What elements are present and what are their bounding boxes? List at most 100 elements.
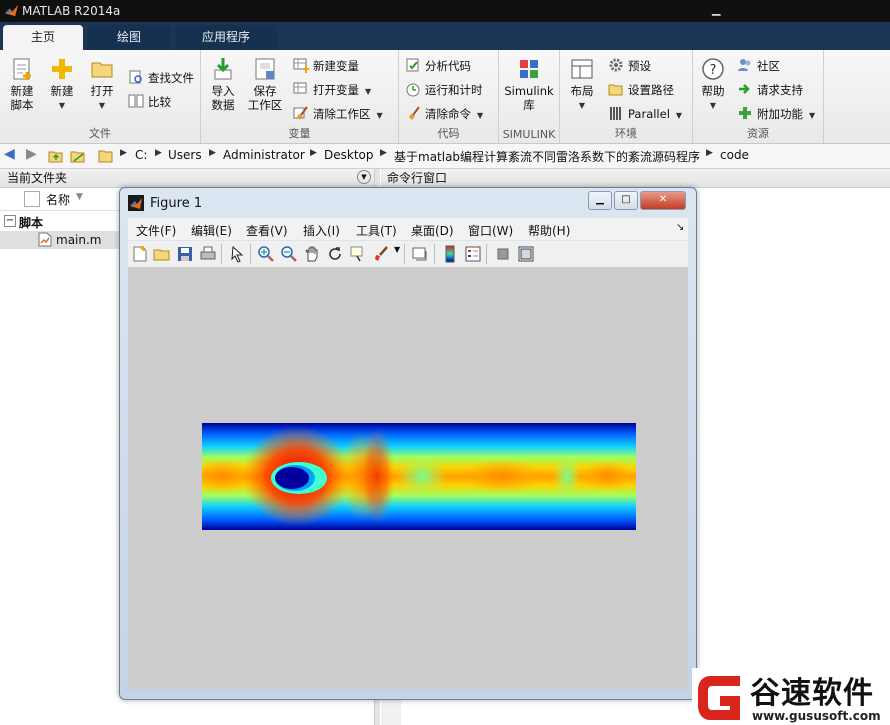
tab-plots[interactable]: 绘图 [87, 25, 171, 50]
brush-icon[interactable] [372, 245, 390, 263]
compare-button[interactable]: 比较 [128, 92, 171, 112]
find-files-button[interactable]: 查找文件 [128, 68, 194, 88]
figure-menubar: 文件(F) 编辑(E) 查看(V) 插入(I) 工具(T) 桌面(D) 窗口(W… [128, 218, 688, 240]
zoom-in-icon[interactable] [257, 245, 275, 263]
open-button[interactable]: 打开 ▼ [82, 56, 122, 113]
clear-commands-button[interactable]: 清除命令 ▼ [405, 104, 483, 124]
back-arrow-icon[interactable]: ◀ [4, 146, 15, 162]
window-title: MATLAB R2014a [22, 4, 121, 18]
new-button[interactable]: 新建 ▼ [42, 56, 82, 113]
brush-dropdown-icon[interactable]: ▼ [394, 245, 400, 254]
clear-workspace-button[interactable]: 清除工作区 ▼ [293, 104, 383, 124]
column-name[interactable]: 名称 [46, 191, 70, 208]
variable-section: 导入 数据 保存 工作区 新建变量 打开变量 ▼ 清除工作区 ▼ 变量 [201, 50, 399, 143]
file-name: main.m [56, 233, 102, 247]
menu-desktop[interactable]: 桌面(D) [411, 222, 454, 239]
simulink-section: Simulink 库 SIMULINK [499, 50, 560, 143]
simulink-library-icon [520, 60, 538, 78]
import-data-button[interactable]: 导入 数据 [203, 56, 243, 112]
command-window-title: 命令行窗口 [387, 171, 448, 185]
minimize-button[interactable]: ▁ [588, 191, 612, 210]
menu-view[interactable]: 查看(V) [246, 222, 288, 239]
simulink-section-label: SIMULINK [502, 128, 556, 141]
breadcrumb-desktop[interactable]: Desktop [324, 148, 374, 162]
breadcrumb-code[interactable]: code [720, 148, 749, 162]
preferences-button[interactable]: 预设 [608, 56, 651, 76]
simulink-library-button[interactable]: Simulink 库 [502, 56, 556, 112]
panel-menu-icon[interactable]: ▼ [357, 170, 371, 184]
minimize-icon[interactable]: ▁ [712, 3, 730, 17]
toolbar-divider [221, 244, 222, 264]
colorbar-icon[interactable] [441, 245, 459, 263]
open-file-icon[interactable] [153, 245, 171, 263]
community-button[interactable]: 社区 [737, 56, 780, 76]
parallel-button[interactable]: Parallel ▼ [608, 104, 682, 124]
breadcrumb-users[interactable]: Users [168, 148, 202, 162]
request-support-button[interactable]: 请求支持 [737, 80, 803, 100]
import-icon [214, 58, 232, 80]
analyze-code-icon [406, 58, 419, 72]
collapse-icon[interactable]: − [4, 215, 16, 227]
open-variable-button[interactable]: 打开变量 ▼ [293, 80, 371, 100]
forward-arrow-icon[interactable]: ▶ [26, 146, 37, 162]
new-script-button[interactable]: 新建 脚本 [2, 56, 42, 112]
help-icon: ? [702, 58, 724, 80]
pointer-icon[interactable] [228, 245, 246, 263]
new-figure-icon[interactable] [131, 245, 149, 263]
dropdown-arrow-icon: ▼ [709, 101, 717, 110]
rotate-3d-icon[interactable] [326, 245, 344, 263]
ribbon: 新建 脚本 新建 ▼ 打开 ▼ 查找文件 比较 文件 导入 数据 保存 工作区 … [0, 50, 890, 144]
pan-hand-icon[interactable] [303, 245, 321, 263]
tab-home[interactable]: 主页 [3, 25, 83, 50]
menu-edit[interactable]: 编辑(E) [191, 222, 232, 239]
close-button[interactable]: ✕ [640, 191, 686, 210]
broom-icon [293, 106, 308, 120]
select-all-checkbox[interactable] [24, 191, 40, 207]
find-files-icon [129, 70, 142, 84]
tab-apps[interactable]: 应用程序 [175, 25, 277, 50]
open-variable-icon [293, 82, 307, 94]
matlab-logo-icon [4, 4, 19, 17]
variable-section-label: 变量 [288, 127, 311, 140]
menu-window[interactable]: 窗口(W) [468, 222, 513, 239]
maximize-button[interactable]: □ [614, 191, 638, 210]
help-button[interactable]: ? 帮助 ▼ [693, 56, 733, 113]
show-plot-tools-icon[interactable] [517, 245, 535, 263]
addons-button[interactable]: 附加功能 ▼ [737, 104, 815, 124]
layout-button[interactable]: 布局 ▼ [562, 56, 602, 113]
dropdown-arrow-icon: ▼ [58, 101, 66, 110]
data-cursor-icon[interactable] [349, 245, 367, 263]
dropdown-arrow-icon: ▼ [675, 111, 683, 120]
menu-insert[interactable]: 插入(I) [303, 222, 340, 239]
menu-file[interactable]: 文件(F) [136, 222, 176, 239]
minimize-icon: ▁ [596, 194, 604, 205]
zoom-out-icon[interactable] [280, 245, 298, 263]
browse-folder-icon[interactable] [70, 148, 86, 164]
menu-tools[interactable]: 工具(T) [356, 222, 397, 239]
breadcrumb-administrator[interactable]: Administrator [223, 148, 305, 162]
save-workspace-button[interactable]: 保存 工作区 [245, 56, 285, 112]
up-folder-icon[interactable] [48, 148, 64, 164]
dock-arrow-icon[interactable]: ↘ [676, 222, 684, 233]
toolbar-divider [486, 244, 487, 264]
run-and-time-button[interactable]: 运行和计时 [405, 80, 483, 100]
toolbar-divider [434, 244, 435, 264]
breadcrumb-separator-icon: ▶ [209, 148, 216, 158]
breadcrumb-project[interactable]: 基于matlab编程计算紊流不同雷洛系数下的紊流源码程序 [394, 148, 700, 165]
menu-help[interactable]: 帮助(H) [528, 222, 570, 239]
save-icon[interactable] [176, 245, 194, 263]
legend-icon[interactable] [464, 245, 482, 263]
dropdown-arrow-icon: ▼ [578, 101, 586, 110]
hide-plot-tools-icon[interactable] [494, 245, 512, 263]
new-variable-button[interactable]: 新建变量 [293, 56, 359, 76]
set-path-button[interactable]: 设置路径 [608, 80, 674, 100]
analyze-code-button[interactable]: 分析代码 [405, 56, 471, 76]
list-item[interactable]: main.m [0, 231, 120, 249]
dropdown-arrow-icon: ▼ [376, 111, 383, 120]
print-icon[interactable] [199, 245, 217, 263]
address-bar: ◀ ▶ ▶ C: ▶ Users ▶ Administrator ▶ Deskt… [0, 144, 890, 169]
link-plot-icon[interactable] [411, 245, 429, 263]
watermark-url: www.gususoft.com [752, 709, 881, 723]
breadcrumb-drive[interactable]: C: [135, 148, 147, 162]
gear-icon [609, 58, 623, 72]
